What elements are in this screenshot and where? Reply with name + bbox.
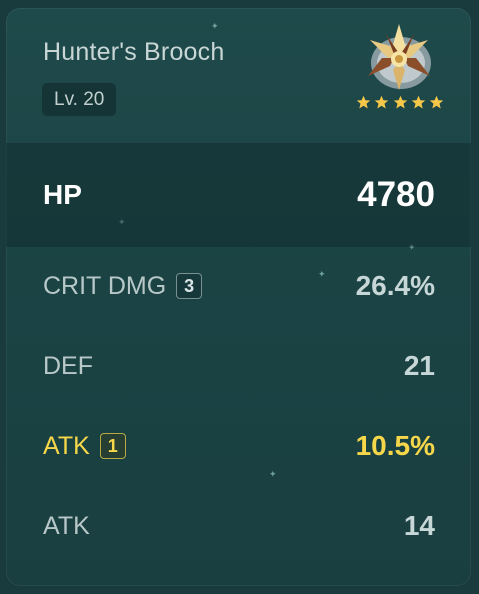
substat-value: 10.5% (355, 430, 435, 461)
artifact-name: Hunter's Brooch (43, 38, 225, 66)
substat-name: CRIT DMG (43, 272, 167, 300)
main-stat-label: HP (43, 179, 82, 210)
main-stat-panel: HP 4780 (6, 143, 471, 247)
substat-name: ATK (43, 432, 90, 460)
artifact-level-badge: Lv. 20 (42, 83, 117, 116)
main-stat-row: HP 4780 (6, 175, 471, 215)
brooch-artifact-icon (358, 18, 440, 100)
star-icon (375, 95, 389, 109)
star-icon (429, 95, 444, 109)
substat-label: DEF (43, 346, 93, 386)
substat-label: ATK (43, 506, 90, 546)
sparkle-icon: ✦ (269, 469, 277, 479)
roll-count-badge: 1 (99, 433, 126, 459)
substat-name: DEF (43, 352, 93, 380)
star-icon (393, 95, 407, 109)
substat-name: ATK (43, 512, 90, 540)
substat-value: 21 (403, 350, 435, 381)
artifact-header: Hunter's Brooch Lv. 20 (6, 8, 471, 143)
substat-row-highlighted: ATK 1 10.5% (6, 426, 471, 466)
substat-row: DEF 21 (6, 346, 471, 386)
substat-row: CRIT DMG 3 26.4% (6, 266, 471, 306)
star-icon (411, 95, 425, 109)
substat-value: 14 (403, 510, 435, 541)
roll-count-badge: 3 (176, 273, 203, 299)
artifact-card: ✦ ✦ ✦ ✦ ✦ Hunter's Brooch Lv. 20 HP 4780… (6, 8, 471, 586)
star-icon (356, 95, 371, 109)
substat-label: ATK 1 (43, 426, 126, 466)
rarity-stars (356, 95, 444, 110)
substat-label: CRIT DMG 3 (43, 266, 203, 306)
substat-row: ATK 14 (6, 506, 471, 546)
substat-value: 26.4% (355, 270, 435, 301)
main-stat-value: 4780 (357, 175, 435, 214)
